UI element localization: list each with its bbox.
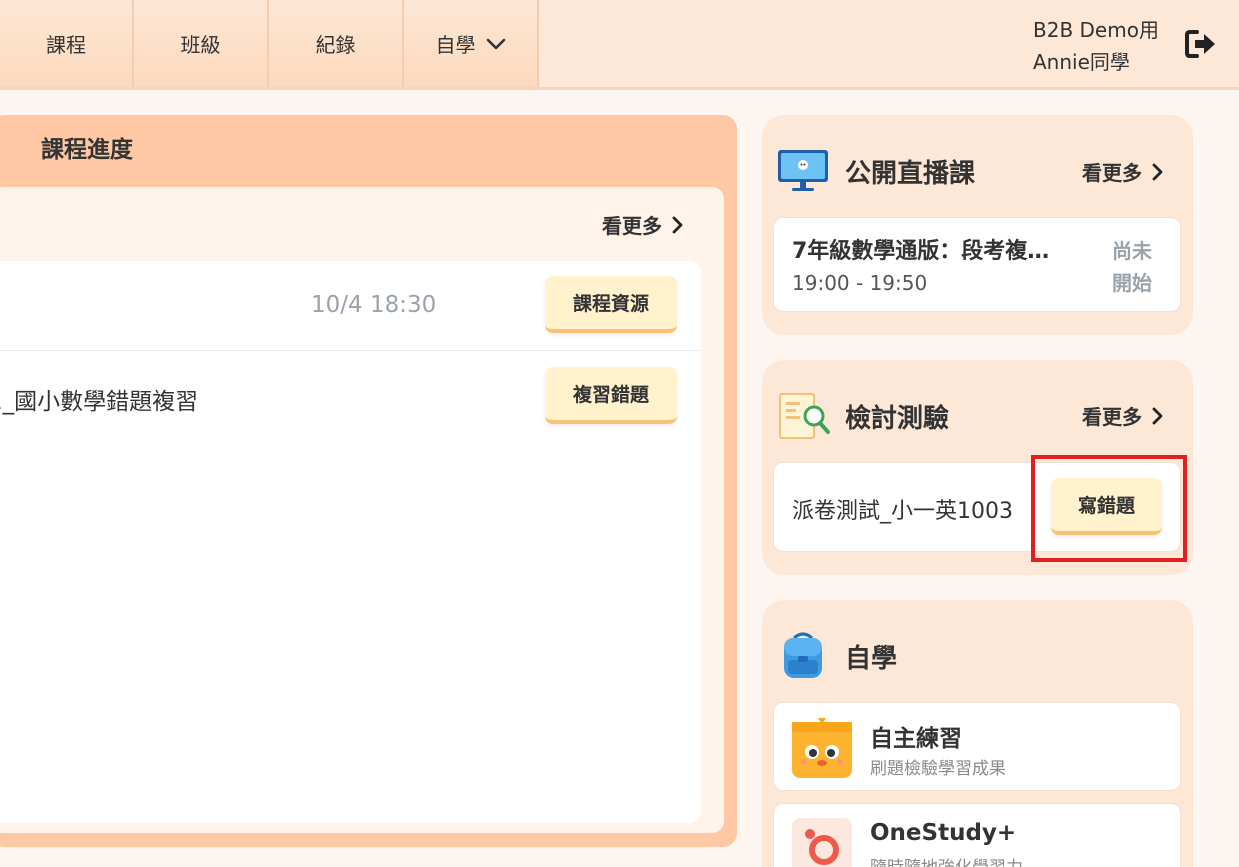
- onestudy-title: OneStudy+: [870, 820, 1017, 846]
- self-practice-title: 自主練習: [870, 726, 962, 752]
- top-nav: 課程 班級 紀錄 自學 B2B Demo用 Annie同學: [0, 0, 1239, 90]
- chevron-right-icon: [672, 216, 683, 233]
- review-mistakes-button[interactable]: 複習錯題: [545, 367, 677, 424]
- logout-icon[interactable]: [1184, 28, 1218, 60]
- backpack-icon: [778, 630, 828, 680]
- document-search-icon: [778, 390, 830, 442]
- chevron-right-icon: [1152, 407, 1163, 424]
- quiz-item-title: 派卷測試_小一英1003: [792, 499, 1013, 524]
- course-item-title: 1_國小數學錯題複習: [0, 389, 199, 415]
- live-item-time: 19:00 - 19:50: [792, 271, 928, 295]
- nav-tab-classes[interactable]: 班級: [134, 0, 269, 87]
- quiz-review-title: 檢討測驗: [845, 404, 950, 434]
- course-progress-see-more[interactable]: 看更多: [602, 210, 684, 239]
- nav-tab-self-learning[interactable]: 自學: [404, 0, 539, 87]
- live-see-more[interactable]: 看更多: [1082, 157, 1164, 186]
- nav-tab-courses[interactable]: 課程: [0, 0, 134, 87]
- chevron-right-icon: [1152, 163, 1163, 180]
- course-time: 10/4 18:30: [311, 292, 437, 318]
- live-class-title: 公開直播課: [845, 159, 976, 189]
- status-badge: 尚未開始: [1112, 239, 1152, 295]
- self-learning-title: 自學: [845, 644, 898, 674]
- course-resource-button[interactable]: 課程資源: [545, 276, 677, 333]
- practice-mascot-icon: [792, 716, 852, 778]
- user-name: B2B Demo用 Annie同學: [1033, 18, 1159, 74]
- highlight-box: [1031, 455, 1187, 562]
- onestudy-subtitle: 隨時隨地強化學習力: [870, 853, 1023, 867]
- quiz-see-more[interactable]: 看更多: [1082, 401, 1164, 430]
- monitor-icon: [776, 148, 830, 192]
- chevron-down-icon: [486, 32, 506, 56]
- nav-tab-records[interactable]: 紀錄: [269, 0, 404, 87]
- onestudy-logo-icon: [792, 818, 852, 867]
- live-item-title: 7年級數學通版：段考複…: [792, 239, 1050, 264]
- course-progress-title: 課程進度: [41, 137, 133, 163]
- self-practice-subtitle: 刷題檢驗學習成果: [870, 759, 1006, 779]
